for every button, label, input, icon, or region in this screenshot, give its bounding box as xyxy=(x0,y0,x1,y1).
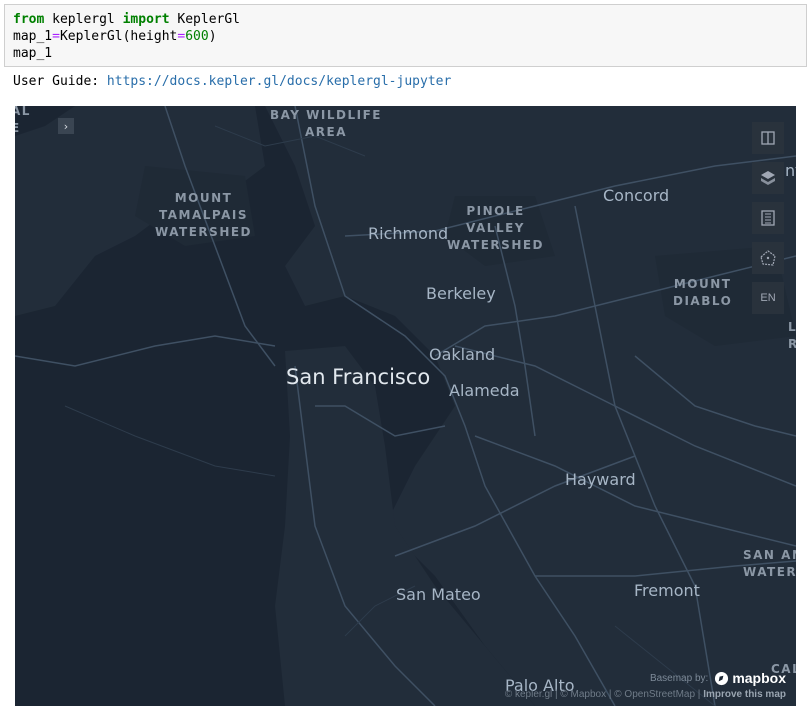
map-attribution: © kepler.gl | © Mapbox | © OpenStreetMap… xyxy=(504,689,786,700)
basemap xyxy=(15,106,796,706)
city-label-hayward: Hayward xyxy=(565,470,636,489)
mapbox-icon xyxy=(715,671,729,685)
city-label-fremont: Fremont xyxy=(634,581,700,600)
user-guide-label: User Guide: xyxy=(13,74,107,89)
legend-button[interactable] xyxy=(752,202,784,234)
area-label-pinole: PINOLE VALLEY WATERSHED xyxy=(447,204,545,252)
improve-map-link[interactable]: Improve this map xyxy=(703,689,786,700)
basemap-by-label: Basemap by: xyxy=(649,672,709,684)
city-label-concord: Concord xyxy=(603,186,670,205)
language-button[interactable]: EN xyxy=(752,282,784,314)
city-label-alameda: Alameda xyxy=(449,381,520,400)
code-cell[interactable]: from keplergl import KeplerGl map_1=Kepl… xyxy=(4,4,807,67)
area-label-left-edge: AL E xyxy=(15,106,31,135)
code-text: map_1 xyxy=(13,46,53,61)
osm-attribution-link[interactable]: © OpenStreetMap xyxy=(614,689,695,700)
code-text: ) xyxy=(208,29,217,44)
city-label-oakland: Oakland xyxy=(429,345,496,364)
area-label-san-antonio: SAN AN WATER xyxy=(743,548,796,579)
language-label: EN xyxy=(760,292,776,304)
user-guide-link[interactable]: https://docs.kepler.gl/docs/keplergl-jup… xyxy=(107,74,451,89)
code-keyword-from: from xyxy=(13,12,45,27)
layers-button[interactable] xyxy=(752,162,784,194)
kepler-map[interactable]: BAY WILDLIFE AREA MOUNT TAMALPAIS WATERS… xyxy=(15,106,796,706)
city-label-san-francisco: San Francisco xyxy=(286,365,431,389)
mapbox-brand: mapbox xyxy=(732,670,786,686)
draw-polygon-button[interactable] xyxy=(752,242,784,274)
code-editor[interactable]: from keplergl import KeplerGl map_1=Kepl… xyxy=(13,11,240,62)
city-label-edge: nt xyxy=(785,161,796,180)
code-text: KeplerGl xyxy=(169,12,241,27)
split-map-icon xyxy=(761,131,775,145)
layers-icon xyxy=(761,171,775,185)
draw-polygon-icon xyxy=(760,250,776,266)
code-text: map_1 xyxy=(13,29,53,44)
user-guide-line: User Guide: https://docs.kepler.gl/docs/… xyxy=(13,73,451,90)
kepler-attribution-link[interactable]: © kepler.gl xyxy=(505,689,552,700)
city-label-san-mateo: San Mateo xyxy=(396,585,481,604)
code-number: 600 xyxy=(185,29,209,44)
code-text: KeplerGl(height xyxy=(59,29,178,44)
split-map-button[interactable] xyxy=(752,122,784,154)
mapbox-attribution-link[interactable]: © Mapbox xyxy=(560,689,606,700)
city-label-berkeley: Berkeley xyxy=(426,284,496,303)
chevron-right-icon: › xyxy=(63,119,69,133)
code-operator: = xyxy=(52,29,60,44)
expand-panel-button[interactable]: › xyxy=(58,118,74,134)
code-keyword-import: import xyxy=(122,12,170,27)
mapbox-logo[interactable]: mapbox xyxy=(714,670,786,686)
basemap-attribution: Basemap by: mapbox xyxy=(650,670,786,686)
legend-icon xyxy=(761,210,775,226)
code-text: keplergl xyxy=(44,12,123,27)
city-label-richmond: Richmond xyxy=(368,224,449,243)
area-label-diablo: MOUNT DIABLO xyxy=(673,277,733,308)
area-label-right-edge: L R xyxy=(788,320,796,351)
area-label-bay-wildlife: BAY WILDLIFE AREA xyxy=(270,108,382,139)
area-label-tamalpais: MOUNT TAMALPAIS WATERSHED xyxy=(155,191,253,239)
